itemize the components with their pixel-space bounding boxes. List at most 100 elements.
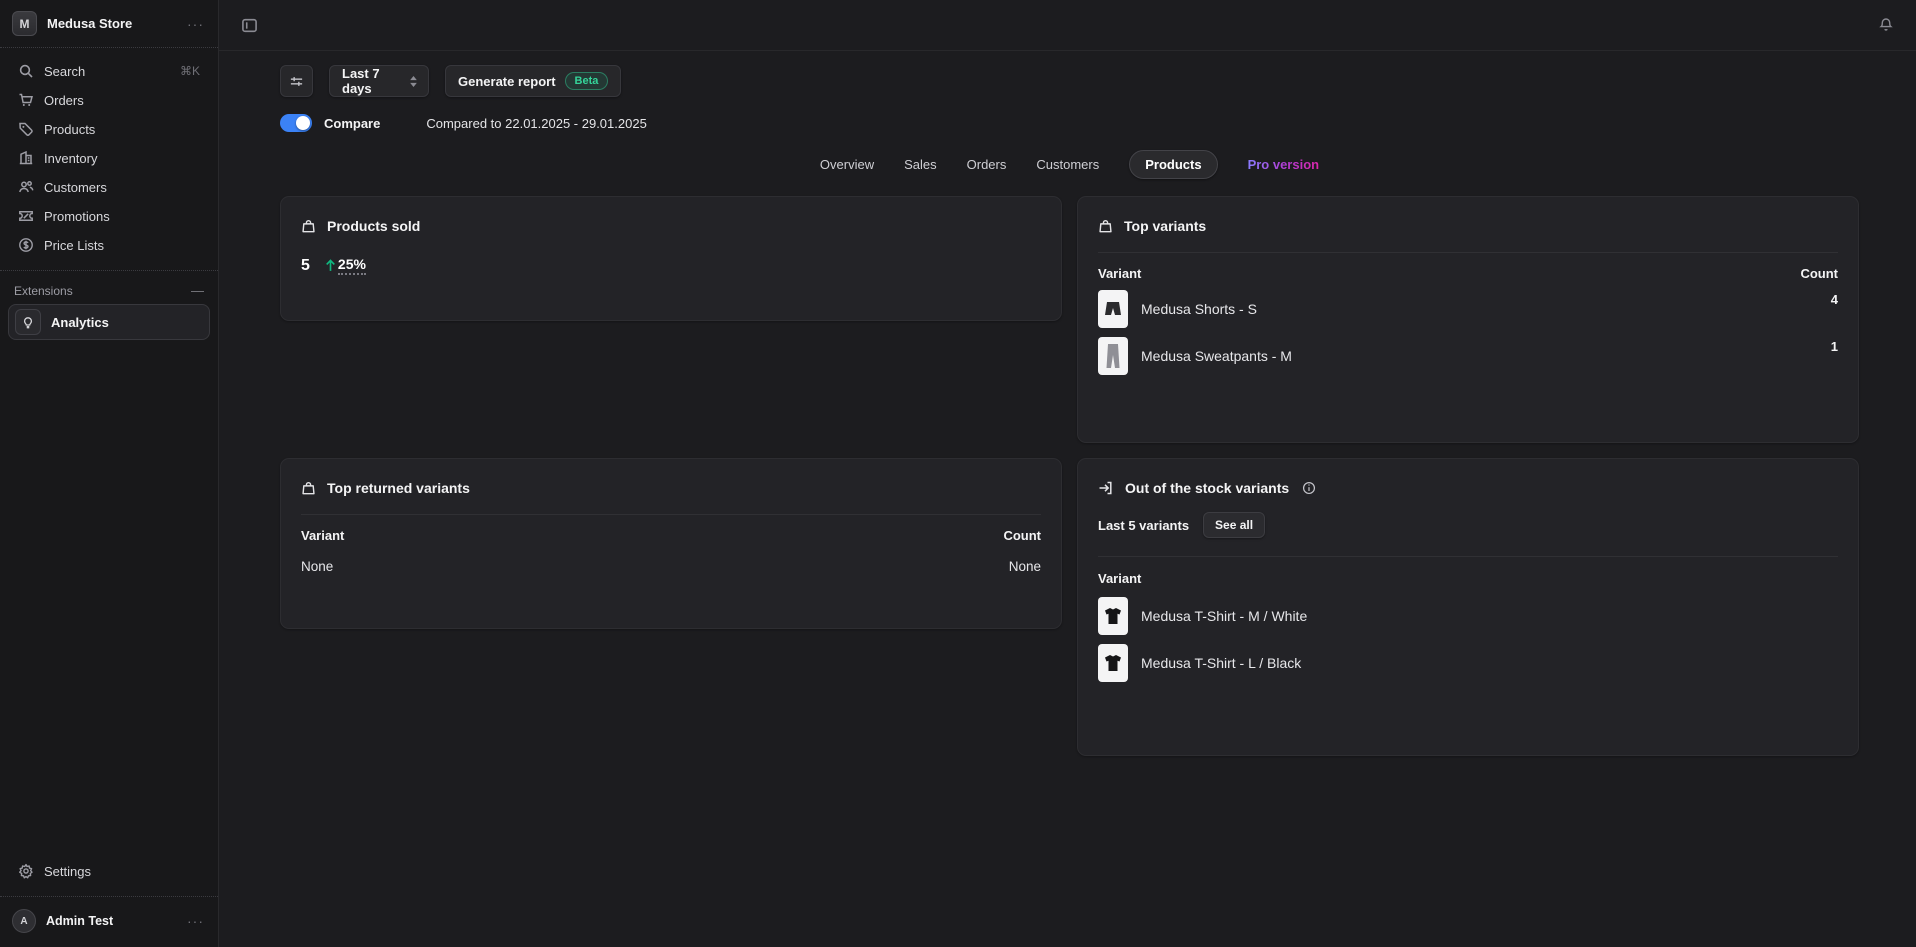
sidebar-item-label: Price Lists bbox=[44, 238, 104, 253]
sidebar-item-label: Settings bbox=[44, 864, 91, 879]
filter-button[interactable] bbox=[280, 65, 313, 97]
tab-sales[interactable]: Sales bbox=[904, 151, 937, 178]
avatar: A bbox=[12, 909, 36, 933]
sidebar-item-search[interactable]: Search ⌘K bbox=[10, 58, 208, 84]
store-menu-ellipsis-icon[interactable]: ··· bbox=[187, 20, 204, 28]
sidebar-item-promotions[interactable]: Promotions bbox=[10, 203, 208, 229]
table-row[interactable]: Medusa Sweatpants - M 1 bbox=[1078, 328, 1858, 375]
search-icon bbox=[18, 63, 34, 79]
tab-overview[interactable]: Overview bbox=[820, 151, 874, 178]
user-menu-ellipsis-icon[interactable]: ··· bbox=[187, 917, 204, 925]
product-thumbnail bbox=[1098, 644, 1128, 682]
chevron-up-down-icon bbox=[409, 76, 418, 87]
sidebar: M Medusa Store ··· Search ⌘K Orders Prod… bbox=[0, 0, 219, 947]
store-initial: M bbox=[20, 17, 30, 31]
top-returned-variants-card: Top returned variants Variant Count None… bbox=[280, 458, 1062, 629]
shorts-image bbox=[1104, 301, 1122, 317]
top-variants-card: Top variants Variant Count Medusa Shorts… bbox=[1077, 196, 1859, 443]
sidebar-item-label: Products bbox=[44, 122, 95, 137]
product-thumbnail bbox=[1098, 597, 1128, 635]
products-sold-percent: 25% bbox=[338, 256, 366, 275]
date-range-select[interactable]: Last 7 days bbox=[329, 65, 429, 97]
beta-badge: Beta bbox=[565, 72, 609, 90]
sidebar-toggle-icon[interactable] bbox=[241, 17, 258, 34]
sidebar-nav: Search ⌘K Orders Products Inventory Cust… bbox=[0, 48, 218, 262]
card-title: Top returned variants bbox=[327, 480, 470, 496]
tshirt-image bbox=[1103, 654, 1123, 672]
sidebar-item-analytics[interactable]: Analytics bbox=[8, 304, 210, 340]
table-row[interactable]: Medusa T-Shirt - M / White bbox=[1078, 588, 1858, 635]
users-icon bbox=[18, 179, 34, 195]
table-row[interactable]: Medusa T-Shirt - L / Black bbox=[1078, 635, 1858, 682]
sidebar-item-settings[interactable]: Settings bbox=[10, 858, 208, 884]
tshirt-image bbox=[1103, 607, 1123, 625]
variant-name: None bbox=[301, 559, 333, 574]
variant-count: 1 bbox=[1831, 337, 1838, 354]
variant-count: 4 bbox=[1831, 290, 1838, 307]
tab-orders[interactable]: Orders bbox=[967, 151, 1007, 178]
card-title: Products sold bbox=[327, 218, 420, 234]
building-icon bbox=[18, 150, 34, 166]
user-initial: A bbox=[20, 916, 27, 927]
sweatpants-image bbox=[1106, 343, 1120, 369]
products-sold-change: 25% bbox=[325, 256, 366, 275]
date-range-value: Last 7 days bbox=[342, 66, 401, 96]
tab-products[interactable]: Products bbox=[1129, 150, 1217, 179]
user-menu[interactable]: A Admin Test ··· bbox=[0, 897, 218, 947]
sidebar-item-inventory[interactable]: Inventory bbox=[10, 145, 208, 171]
tag-icon bbox=[18, 121, 34, 137]
compare-toggle[interactable] bbox=[280, 114, 312, 132]
last-variants-label: Last 5 variants bbox=[1098, 518, 1189, 533]
main-area: Last 7 days Generate report Beta Compare… bbox=[219, 0, 1916, 947]
sidebar-item-label: Orders bbox=[44, 93, 84, 108]
column-variant: Variant bbox=[301, 528, 344, 543]
table-header: Variant bbox=[1078, 557, 1858, 588]
sidebar-item-orders[interactable]: Orders bbox=[10, 87, 208, 113]
sidebar-item-price-lists[interactable]: Price Lists bbox=[10, 232, 208, 258]
store-logo: M bbox=[12, 11, 37, 36]
sidebar-item-label: Search bbox=[44, 64, 85, 79]
extensions-section-header: Extensions — bbox=[0, 271, 218, 304]
variant-name: Medusa T-Shirt - L / Black bbox=[1141, 655, 1301, 671]
info-circle-icon[interactable] bbox=[1302, 481, 1316, 495]
sidebar-item-products[interactable]: Products bbox=[10, 116, 208, 142]
sidebar-item-label: Promotions bbox=[44, 209, 110, 224]
oos-subheader: Last 5 variants See all bbox=[1078, 496, 1858, 538]
gear-icon bbox=[18, 863, 34, 879]
bell-icon[interactable] bbox=[1878, 17, 1894, 33]
variant-count: None bbox=[1009, 559, 1041, 574]
analytics-tabs: Overview Sales Orders Customers Products… bbox=[820, 150, 1319, 179]
product-thumbnail bbox=[1098, 337, 1128, 375]
shopping-bag-icon bbox=[301, 219, 316, 234]
user-name: Admin Test bbox=[46, 914, 177, 928]
table-header: Variant Count bbox=[281, 515, 1061, 543]
store-name: Medusa Store bbox=[47, 16, 177, 31]
topbar bbox=[219, 0, 1916, 51]
product-thumbnail bbox=[1098, 290, 1128, 328]
lightbulb-icon-box bbox=[15, 309, 41, 335]
generate-report-button[interactable]: Generate report Beta bbox=[445, 65, 621, 97]
out-of-stock-variants-card: Out of the stock variants Last 5 variant… bbox=[1077, 458, 1859, 756]
sidebar-item-label: Customers bbox=[44, 180, 107, 195]
tab-pro-version[interactable]: Pro version bbox=[1248, 151, 1320, 178]
table-row[interactable]: Medusa Shorts - S 4 bbox=[1078, 281, 1858, 328]
compare-row: Compare Compared to 22.01.2025 - 29.01.2… bbox=[280, 112, 1859, 134]
column-count: Count bbox=[1800, 266, 1838, 281]
search-shortcut: ⌘K bbox=[180, 64, 200, 78]
collapse-icon[interactable]: — bbox=[191, 283, 204, 298]
sidebar-item-customers[interactable]: Customers bbox=[10, 174, 208, 200]
extensions-label: Extensions bbox=[14, 284, 191, 298]
store-menu[interactable]: M Medusa Store ··· bbox=[0, 0, 218, 47]
analytics-toolbar: Last 7 days Generate report Beta bbox=[280, 65, 1859, 97]
products-sold-metric: 5 25% bbox=[281, 234, 1061, 275]
variant-name: Medusa T-Shirt - M / White bbox=[1141, 608, 1307, 624]
see-all-button[interactable]: See all bbox=[1203, 512, 1265, 538]
variant-name: Medusa Shorts - S bbox=[1141, 301, 1257, 317]
trend-up-arrow-icon bbox=[325, 259, 336, 272]
table-header: Variant Count bbox=[1078, 253, 1858, 281]
tab-customers[interactable]: Customers bbox=[1036, 151, 1099, 178]
products-sold-card: Products sold 5 25% bbox=[280, 196, 1062, 321]
arrow-into-bracket-icon bbox=[1098, 480, 1114, 496]
sidebar-item-label: Analytics bbox=[51, 315, 109, 330]
shopping-bag-icon bbox=[301, 481, 316, 496]
